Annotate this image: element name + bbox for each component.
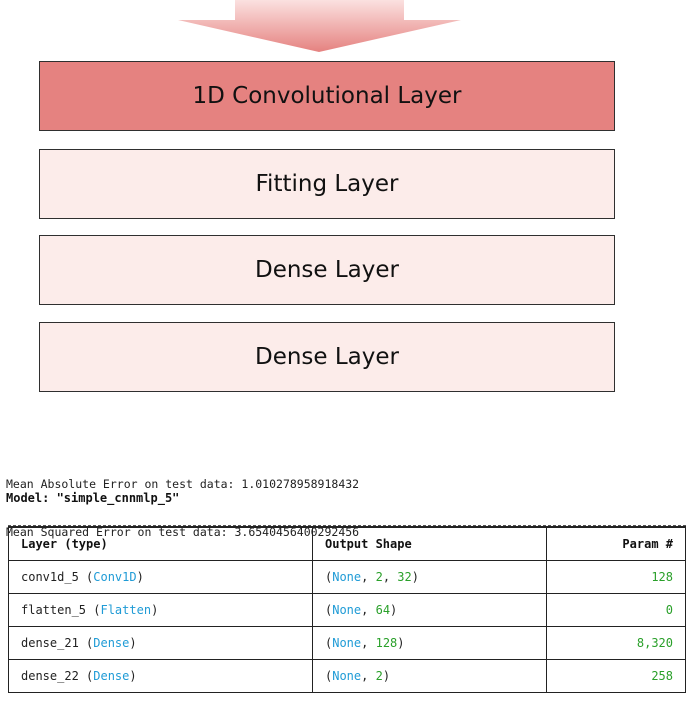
param-count: 128 xyxy=(651,570,673,584)
output-shape-cell: (None, 2, 32) xyxy=(312,560,547,594)
model-title: Model: "simple_cnnmlp_5" xyxy=(6,491,180,505)
shape-dim: 128 xyxy=(375,636,398,650)
layer-label: Dense Layer xyxy=(254,344,399,370)
param-count-cell: 0 xyxy=(546,593,686,627)
mae-line: Mean Absolute Error on test data: 1.0102… xyxy=(6,477,360,491)
shape-none: None xyxy=(332,603,362,617)
layer-cell: flatten_5 (Flatten) xyxy=(8,593,313,627)
layer-cell: conv1d_5 (Conv1D) xyxy=(8,560,313,594)
table-header-row: Layer (type) Output Shape Param # xyxy=(8,526,686,561)
header-layer-type: Layer (type) xyxy=(8,526,313,561)
layer-class: Conv1D xyxy=(93,570,137,584)
header-output-shape: Output Shape xyxy=(312,526,547,561)
layer-cell: dense_22 (Dense) xyxy=(8,659,313,693)
shape-none: None xyxy=(332,570,362,584)
model-summary-table: Layer (type) Output Shape Param # conv1d… xyxy=(8,525,686,693)
shape-none: None xyxy=(332,669,362,683)
table-row: dense_21 (Dense) (None, 128) 8,320 xyxy=(8,626,686,660)
param-count-cell: 8,320 xyxy=(546,626,686,660)
layer-name: flatten_5 xyxy=(21,603,87,617)
down-arrow-icon xyxy=(178,0,461,52)
param-count: 0 xyxy=(665,603,673,617)
table-row: flatten_5 (Flatten) (None, 64) 0 xyxy=(8,593,686,627)
param-count: 258 xyxy=(651,669,673,683)
output-shape-cell: (None, 64) xyxy=(312,593,547,627)
layer-box-dense-2: Dense Layer xyxy=(39,322,615,392)
shape-dim: 64 xyxy=(375,603,391,617)
layer-label: Dense Layer xyxy=(254,257,399,283)
layer-label: 1D Convolutional Layer xyxy=(192,83,462,109)
param-count-cell: 128 xyxy=(546,560,686,594)
layer-box-fitting: Fitting Layer xyxy=(39,149,615,219)
shape-dim: 32 xyxy=(397,570,412,584)
header-param-count: Param # xyxy=(546,526,686,561)
layer-box-dense-1: Dense Layer xyxy=(39,235,615,305)
layer-cell: dense_21 (Dense) xyxy=(8,626,313,660)
table-row: dense_22 (Dense) (None, 2) 258 xyxy=(8,659,686,693)
shape-none: None xyxy=(332,636,362,650)
output-shape-cell: (None, 2) xyxy=(312,659,547,693)
layer-box-conv1d: 1D Convolutional Layer xyxy=(39,61,615,131)
param-count: 8,320 xyxy=(636,636,673,650)
layer-name: dense_21 xyxy=(21,636,79,650)
shape-dim: 2 xyxy=(375,570,383,584)
layer-class: Dense xyxy=(93,669,130,683)
layer-class: Flatten xyxy=(100,603,152,617)
param-count-cell: 258 xyxy=(546,659,686,693)
layer-label: Fitting Layer xyxy=(255,171,399,197)
output-shape-cell: (None, 128) xyxy=(312,626,547,660)
layer-name: conv1d_5 xyxy=(21,570,79,584)
layer-class: Dense xyxy=(93,636,130,650)
shape-dim: 2 xyxy=(375,669,383,683)
table-row: conv1d_5 (Conv1D) (None, 2, 32) 128 xyxy=(8,560,686,594)
layer-name: dense_22 xyxy=(21,669,79,683)
